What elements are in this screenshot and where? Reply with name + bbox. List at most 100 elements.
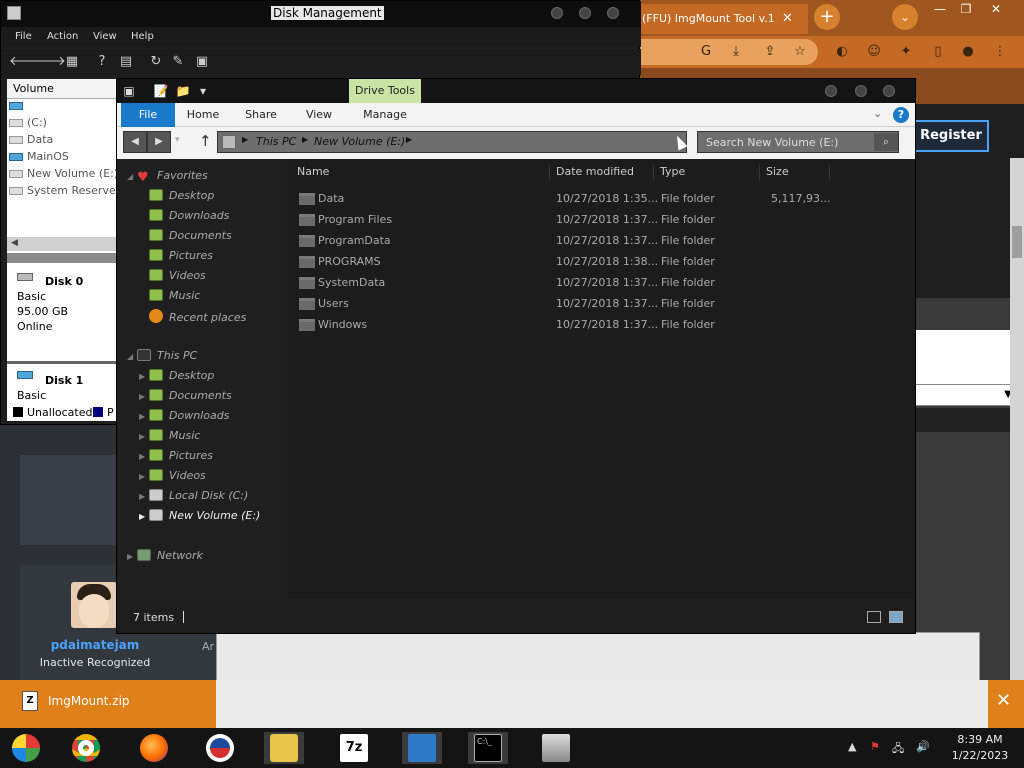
nav-pc-new-volume-e[interactable]: ▶ New Volume (E:) [139,509,260,527]
nav-pc-documents[interactable]: ▶ Documents [139,389,232,407]
tab-share[interactable]: Share [241,103,281,127]
minimize-button[interactable]: — [926,2,954,16]
explorer-app-icon[interactable]: ▣ [121,83,137,99]
nav-fav-documents[interactable]: Documents [149,229,232,247]
search-box[interactable]: Search New Volume (E:) ⌕ [697,131,899,153]
nav-pc-desktop[interactable]: ▶ Desktop [139,369,214,387]
register-button[interactable]: Register [913,120,989,152]
download-close-icon[interactable]: ✕ [996,690,1011,711]
file-explorer-icon[interactable] [264,732,304,764]
cmd-icon[interactable]: C:\_ [468,732,508,764]
customize-qat-icon[interactable]: ▾ [195,83,211,99]
expand-icon[interactable]: ▶ [139,472,149,481]
tools-icon[interactable] [536,732,576,764]
search-icon[interactable]: ⌕ [874,133,898,151]
user-avatar[interactable] [71,582,117,628]
new-folder-qat-icon[interactable]: 📁 [175,83,191,99]
properties-icon[interactable]: ▤ [117,53,135,71]
tab-manage[interactable]: Manage [357,103,413,127]
collapse-icon[interactable]: ◢ [127,172,137,181]
browser-tab[interactable]: (FFU) ImgMount Tool v.1 ✕ [640,4,808,34]
file-row[interactable]: Users 10/27/2018 1:37... File folder [287,294,915,314]
explorer-minimize-button[interactable] [825,85,837,97]
address-bar[interactable]: ▶ This PC ▶ New Volume (E:) ▶ ⟳ [217,131,786,153]
column-header-type[interactable]: Type [660,165,685,178]
expand-icon[interactable]: ▶ [139,372,149,381]
file-row[interactable]: ProgramData 10/27/2018 1:37... File folder [287,231,915,251]
disk0-name[interactable]: Disk 0 [45,275,83,288]
avatar-icon[interactable]: ☺ [864,42,884,62]
new-tab-button[interactable]: + [814,4,840,30]
menu-view[interactable]: View [93,31,117,42]
volume-list-hscrollbar[interactable]: ◀ [7,237,123,251]
help-icon[interactable]: ? [893,107,909,123]
nav-fav-pictures[interactable]: Pictures [149,249,213,267]
column-header-size[interactable]: Size [766,165,789,178]
breadcrumb-separator-icon[interactable]: ▶ [302,135,308,144]
download-file-name[interactable]: ImgMount.zip [48,694,130,708]
search-input[interactable]: Search New Volume (E:) [706,136,838,149]
menu-file[interactable]: File [15,31,32,42]
volume-row[interactable]: System Reserved [9,184,123,201]
back-button[interactable]: ◀ [123,131,147,153]
file-row[interactable]: Program Files 10/27/2018 1:37... File fold… [287,210,915,230]
download-icon[interactable]: ⤓ [726,42,746,62]
tab-file[interactable]: File [121,103,175,127]
chrome-icon[interactable] [66,732,106,764]
show-hidden-icons[interactable]: ▲ [848,740,856,753]
expand-icon[interactable]: ▶ [139,492,149,501]
explorer-titlebar[interactable]: ▣ 📝 📁 ▾ Drive Tools [117,79,915,103]
expand-icon[interactable]: ▶ [139,432,149,441]
profile-icon[interactable]: ● [958,42,978,62]
nav-fav-videos[interactable]: Videos [149,269,206,287]
expand-icon[interactable]: ▶ [139,392,149,401]
expand-icon[interactable]: ▶ [139,512,149,521]
volume-icon[interactable]: 🔊 [916,740,930,753]
file-row[interactable]: PROGRAMS 10/27/2018 1:38... File folder [287,252,915,272]
recent-locations-icon[interactable]: ▾ [175,135,180,145]
tab-home[interactable]: Home [183,103,223,127]
details-view-icon[interactable] [867,611,881,623]
disk1-name[interactable]: Disk 1 [45,374,83,387]
refresh-icon[interactable]: ↻ [147,53,165,71]
volume-column-header[interactable]: Volume [7,79,123,99]
menu-help[interactable]: Help [131,31,154,42]
column-header-date[interactable]: Date modified [556,165,634,178]
forward-button[interactable]: ▶ [147,131,171,153]
breadcrumb-separator-icon[interactable]: ▶ [406,135,412,144]
nav-this-pc[interactable]: ◢ This PC [127,349,197,367]
settings-icon[interactable]: ▣ [193,53,211,71]
expand-icon[interactable]: ▶ [139,452,149,461]
scroll-left-icon[interactable]: ◀ [11,238,18,248]
nav-pc-downloads[interactable]: ▶ Downloads [139,409,229,427]
expand-icon[interactable]: ▶ [127,552,137,561]
ribbon-expand-icon[interactable]: ⌄ [873,107,882,120]
large-icons-view-icon[interactable] [889,611,903,623]
tab-search-button[interactable]: ⌄ [892,4,918,30]
share-icon[interactable]: ⇪ [760,42,780,62]
tab-view[interactable]: View [299,103,339,127]
explorer-maximize-button[interactable] [855,85,867,97]
up-button[interactable]: ↑ [199,132,212,150]
extension-icon[interactable]: ◐ [832,42,852,62]
google-icon[interactable]: G [696,42,716,62]
start-orb-icon[interactable] [6,732,46,764]
dm-minimize-button[interactable] [551,7,563,19]
forum-username[interactable]: pdaimatejam [20,638,170,652]
file-row[interactable]: SystemData 10/27/2018 1:37... File folder [287,273,915,293]
zip-file-icon[interactable]: Z [22,691,38,711]
breadcrumb-separator-icon[interactable]: ▶ [242,135,248,144]
console-tree-icon[interactable]: ▦ [63,53,81,71]
puzzle-icon[interactable]: ✦ [896,42,916,62]
expand-icon[interactable]: ▶ [139,412,149,421]
nav-pc-local-disk-c[interactable]: ▶ Local Disk (C:) [139,489,248,507]
breadcrumb-new-volume[interactable]: New Volume (E:) [314,135,405,148]
disk-management-titlebar[interactable]: Disk Management [1,1,641,27]
drive-tools-tab-header[interactable]: Drive Tools [349,79,421,103]
back-icon[interactable]: 🡐 [9,53,44,71]
menu-action[interactable]: Action [47,31,78,42]
dm-maximize-button[interactable] [579,7,591,19]
obama-icon[interactable] [200,732,240,764]
column-header-name[interactable]: Name [297,165,329,178]
control-panel-icon[interactable] [402,732,442,764]
